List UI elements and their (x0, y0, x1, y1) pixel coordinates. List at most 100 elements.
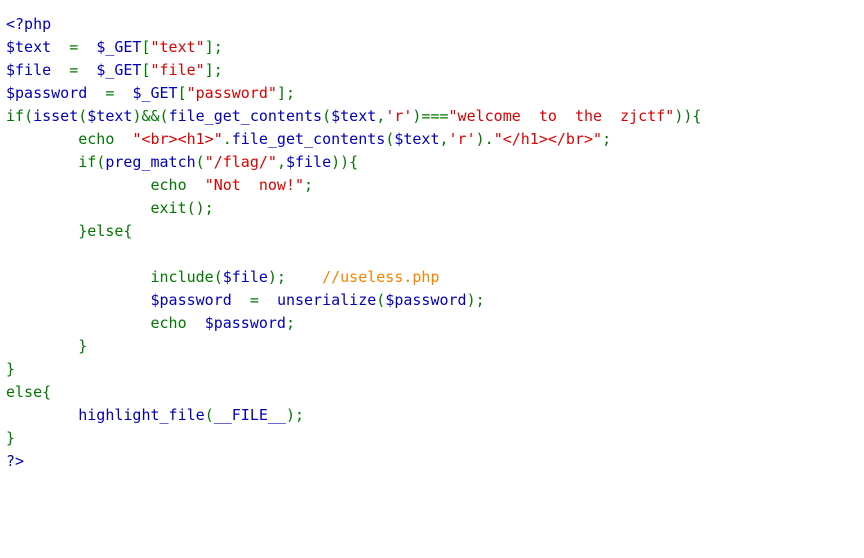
code-token-punct: ); (285, 406, 305, 424)
code-token-punct: ]; (204, 61, 223, 79)
code-token-var: $text (6, 38, 52, 56)
code-token-punct: ]; (276, 84, 295, 102)
code-token-kw: echo (78, 130, 115, 148)
code-token-op: = (231, 291, 277, 309)
code-token-punct: [ (141, 38, 151, 56)
code-token-var: $password (204, 314, 286, 332)
code-token-str: "password" (186, 84, 277, 102)
code-token-punct (286, 268, 322, 286)
code-token-punct (187, 176, 205, 194)
code-token-var: $text (394, 130, 440, 148)
code-token-punct (6, 199, 151, 217)
code-token-punct: ( (195, 153, 205, 171)
code-line: echo "<br><h1>".file_get_contents($text,… (6, 128, 864, 151)
code-token-tag: ?> (6, 452, 25, 470)
code-token-str: "text" (150, 38, 205, 56)
code-token-punct: [ (177, 84, 187, 102)
code-token-func: unserialize (276, 291, 377, 309)
code-line: $password = unserialize($password); (6, 289, 864, 312)
code-token-punct: ( (322, 107, 332, 125)
code-token-punct: , (376, 107, 386, 125)
code-line: if(preg_match("/flag/",$file)){ (6, 151, 864, 174)
code-token-punct (6, 153, 78, 171)
code-token-punct: ( (96, 153, 106, 171)
code-token-func: file_get_contents (231, 130, 386, 148)
code-token-var: $_GET (96, 38, 142, 56)
code-token-punct: ; (285, 314, 295, 332)
code-token-kw: if (78, 153, 97, 171)
code-token-str: 'r' (448, 130, 476, 148)
code-token-punct: ]; (204, 38, 223, 56)
code-line: highlight_file(__FILE__); (6, 404, 864, 427)
code-token-func: highlight_file (78, 406, 205, 424)
code-token-op: = (51, 38, 97, 56)
code-token-var: $text (331, 107, 377, 125)
code-token-punct: (); (186, 199, 214, 217)
php-source-view: <?php $text = $_GET["text"]; $file = $_G… (0, 0, 864, 473)
code-token-punct (6, 176, 151, 194)
code-token-comment: //useless.php (322, 268, 440, 286)
code-token-var: $_GET (132, 84, 178, 102)
code-token-punct (187, 314, 205, 332)
code-token-punct: ). (475, 130, 494, 148)
code-token-var: $text (87, 107, 133, 125)
code-listing: <?php $text = $_GET["text"]; $file = $_G… (0, 0, 864, 473)
code-token-op: = (87, 84, 133, 102)
code-token-str: "/flag/" (204, 153, 277, 171)
code-token-kw: else (6, 383, 43, 401)
code-token-punct: } (6, 222, 88, 240)
code-token-punct (6, 314, 151, 332)
code-token-punct: ); (466, 291, 485, 309)
code-token-var: $file (222, 268, 268, 286)
code-token-const: __FILE__ (213, 406, 286, 424)
code-token-punct (6, 406, 78, 424)
code-line: }else{ (6, 220, 864, 243)
code-token-punct: ( (24, 107, 34, 125)
code-token-punct: ); (267, 268, 286, 286)
code-token-tag: <?php (6, 15, 52, 33)
code-token-punct: . (222, 130, 232, 148)
code-token-var: $password (150, 291, 232, 309)
code-token-str: "Not now!" (204, 176, 305, 194)
code-line: $password = $_GET["password"]; (6, 82, 864, 105)
code-token-str: "</h1></br>" (493, 130, 603, 148)
code-token-punct: )){ (331, 153, 359, 171)
code-token-func: isset (33, 107, 79, 125)
code-token-punct: { (42, 383, 52, 401)
code-token-punct (6, 291, 151, 309)
code-token-punct: ( (385, 130, 395, 148)
code-token-punct: } (6, 429, 16, 447)
code-line: } (6, 335, 864, 358)
code-line: } (6, 427, 864, 450)
code-token-kw: if (6, 107, 25, 125)
code-token-var: $file (285, 153, 332, 171)
code-line: else{ (6, 381, 864, 404)
code-token-func: preg_match (105, 153, 196, 171)
code-token-kw: echo (150, 314, 187, 332)
code-token-punct: , (439, 130, 449, 148)
code-token-op: = (51, 61, 97, 79)
code-token-var: $password (6, 84, 88, 102)
code-token-punct: ; (304, 176, 314, 194)
code-token-punct: ; (602, 130, 612, 148)
code-token-func: file_get_contents (168, 107, 323, 125)
code-token-str: "<br><h1>" (132, 130, 223, 148)
code-line: <?php (6, 13, 864, 36)
code-token-kw: echo (150, 176, 187, 194)
code-line: exit(); (6, 197, 864, 220)
code-line: if(isset($text)&&(file_get_contents($tex… (6, 105, 864, 128)
code-token-punct: , (276, 153, 286, 171)
code-token-str: "welcome to the zjctf" (448, 107, 675, 125)
code-token-punct: [ (141, 61, 151, 79)
code-token-var: $file (6, 61, 52, 79)
code-line: ?> (6, 450, 864, 473)
code-token-punct: ( (376, 291, 386, 309)
code-token-punct: } (6, 360, 16, 378)
code-token-kw: include (150, 268, 214, 286)
code-line: include($file); //useless.php (6, 266, 864, 289)
code-token-str: 'r' (385, 107, 413, 125)
code-token-str: "file" (150, 61, 205, 79)
code-token-punct: ( (213, 268, 223, 286)
code-token-var: $password (385, 291, 467, 309)
